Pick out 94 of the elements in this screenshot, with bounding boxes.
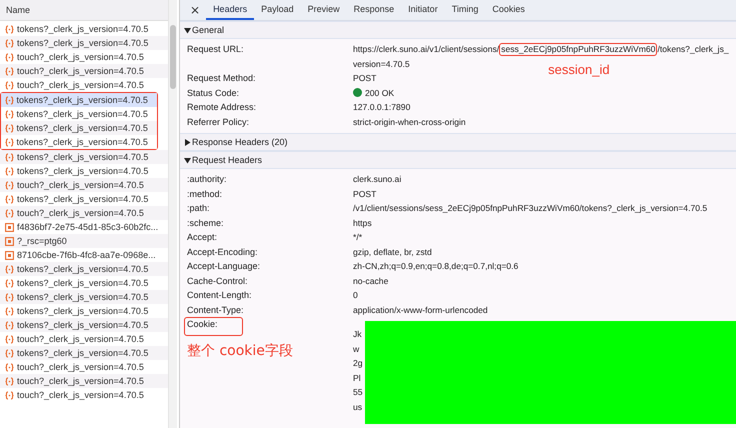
braces-icon <box>5 180 14 190</box>
request-row[interactable]: touch?_clerk_js_version=4.70.5 <box>0 64 168 78</box>
braces-icon <box>4 124 14 132</box>
braces-icon <box>5 264 14 274</box>
header-name: Accept: <box>187 231 218 244</box>
header-name: Cache-Control: <box>187 274 248 288</box>
braces-icon <box>5 278 14 288</box>
header-name: Accept-Language: <box>187 260 260 273</box>
header-value: */* <box>353 231 362 244</box>
annotation-text: 整个 cookie字段 <box>187 342 294 360</box>
header-name: Referrer Policy: <box>187 116 250 129</box>
header-name: Request Method: <box>187 72 256 85</box>
header-value: POST <box>353 188 376 200</box>
braces-icon <box>5 38 14 48</box>
header-value: strict-origin-when-cross-origin <box>353 116 466 129</box>
caret-down-icon <box>184 156 191 164</box>
annotation-text: session_id <box>548 64 610 75</box>
section-title: Response Headers (20) <box>192 137 288 147</box>
header-value: w <box>353 342 360 356</box>
header-value: clerk.suno.ai <box>353 173 402 186</box>
header-value: 2g <box>353 357 364 370</box>
request-row[interactable]: touch?_clerk_js_version=4.70.5 <box>0 374 168 388</box>
tab[interactable]: Cookies <box>485 0 532 20</box>
section-header[interactable]: General <box>180 21 736 39</box>
header-name: Content-Length: <box>187 289 252 302</box>
braces-icon <box>5 66 14 76</box>
header-name: Status Code: <box>187 86 240 100</box>
request-row[interactable]: tokens?_clerk_js_version=4.70.5 <box>0 150 168 164</box>
caret-right-icon <box>184 138 191 146</box>
tab[interactable]: Initiator <box>401 0 445 20</box>
header-value: 200 OK <box>365 86 394 100</box>
request-row[interactable]: tokens?_clerk_js_version=4.70.5 <box>1 121 157 135</box>
header-value: Jk <box>353 328 363 341</box>
tab[interactable]: Preview <box>300 0 347 20</box>
braces-icon <box>5 376 14 386</box>
braces-icon <box>5 334 14 344</box>
braces-icon <box>4 138 14 146</box>
request-row[interactable]: tokens?_clerk_js_version=4.70.5 <box>0 262 168 276</box>
braces-icon <box>5 24 14 34</box>
braces-icon <box>5 166 14 176</box>
braces-icon <box>5 390 14 400</box>
request-row[interactable]: tokens?_clerk_js_version=4.70.5 <box>0 346 168 360</box>
tab[interactable]: Timing <box>444 0 486 20</box>
braces-icon <box>4 110 14 118</box>
header-name: Content-Type: <box>187 304 244 317</box>
braces-icon <box>5 208 14 218</box>
request-row[interactable]: ?_rsc=ptg60 <box>0 234 168 248</box>
header-name: Cookie: <box>184 317 243 336</box>
section-title: Request Headers <box>192 155 262 165</box>
braces-icon <box>5 306 14 316</box>
caret-down-icon <box>184 26 191 34</box>
request-row[interactable]: tokens?_clerk_js_version=4.70.5 <box>0 36 168 50</box>
section-header[interactable]: Request Headers <box>180 151 736 169</box>
header-value: /v1/client/sessions/sess_2eECj9p05fnpPuhRF3uzzWiVm60/tokens?_clerk_js_version=4.70.5 <box>353 202 708 215</box>
header-name: Remote Address: <box>187 101 256 114</box>
braces-icon <box>5 320 14 330</box>
header-name: :authority: <box>187 173 227 186</box>
header-name: Accept-Encoding: <box>187 246 258 259</box>
header-name: :scheme: <box>187 216 224 230</box>
braces-icon <box>5 362 14 372</box>
close-button[interactable]: × <box>184 0 206 20</box>
header-value: 0 <box>353 289 358 302</box>
header-value: zh-CN,zh;q=0.9,en;q=0.8,de;q=0.7,nl;q=0.6 <box>353 260 518 273</box>
section-header[interactable]: Response Headers (20) <box>180 133 736 151</box>
request-row[interactable]: tokens?_clerk_js_version=4.70.5 <box>0 318 168 332</box>
braces-icon <box>5 80 14 90</box>
header-value: us <box>353 400 364 414</box>
header-name: :method: <box>187 188 222 200</box>
header-value: https <box>353 216 372 230</box>
section-title: General <box>192 25 224 35</box>
request-row[interactable]: touch?_clerk_js_version=4.70.5 <box>0 178 168 192</box>
braces-icon <box>5 52 14 62</box>
request-row[interactable]: tokens?_clerk_js_version=4.70.5 <box>1 93 157 107</box>
request-row[interactable]: touch?_clerk_js_version=4.70.5 <box>0 206 168 220</box>
header-value: no-cache <box>353 274 388 288</box>
scrollbar[interactable] <box>168 0 177 428</box>
tab[interactable]: Response <box>346 0 402 20</box>
header-name: :path: <box>187 202 210 215</box>
header-value: application/x-www-form-urlencoded <box>353 304 488 317</box>
header-value: Pl <box>353 372 362 384</box>
header-value: 55 <box>353 386 364 399</box>
braces-icon <box>4 96 14 104</box>
header-value: POST <box>353 72 376 85</box>
braces-icon <box>5 348 14 358</box>
header-value: 127.0.0.1:7890 <box>353 101 410 114</box>
header-name: Request URL: <box>187 43 244 56</box>
braces-icon <box>5 292 14 302</box>
braces-icon <box>5 152 14 162</box>
column-header[interactable]: Name <box>0 0 168 21</box>
status-dot <box>353 88 362 98</box>
tab[interactable]: Payload <box>254 0 301 20</box>
braces-icon <box>5 194 14 204</box>
header-value: gzip, deflate, br, zstd <box>353 246 432 259</box>
request-row[interactable]: tokens?_clerk_js_version=4.70.5 <box>0 290 168 304</box>
